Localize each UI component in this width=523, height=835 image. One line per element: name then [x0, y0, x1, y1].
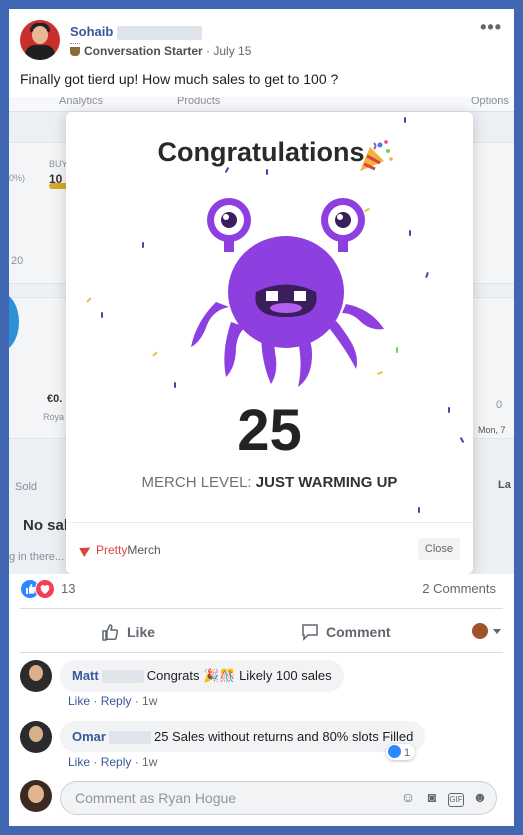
- member-badge[interactable]: Conversation Starter: [84, 44, 203, 58]
- comment-reply-link[interactable]: Reply: [101, 694, 132, 708]
- comment-text-rest: Likely 100 sales: [235, 668, 332, 683]
- bg-text: g in there...: [9, 551, 65, 563]
- monster-illustration: [191, 198, 384, 387]
- bg-text: 20: [11, 255, 24, 267]
- redacted-surname: [108, 731, 151, 745]
- modal-footer: PrettyMerch Close: [66, 522, 473, 574]
- merch-level: MERCH LEVEL: JUST WARMING UP: [66, 474, 473, 491]
- divider: [20, 652, 503, 653]
- like-reaction-icon: [388, 745, 401, 758]
- post-subline: Conversation Starter · July 15: [70, 43, 251, 58]
- emoji-icon[interactable]: ☺: [400, 789, 416, 805]
- comments-count-link[interactable]: 2 Comments: [422, 581, 496, 596]
- bg-text: Mon, 7: [478, 425, 506, 435]
- brand-merch: Merch: [127, 543, 161, 557]
- bg-text: 0%): [9, 173, 26, 183]
- like-button[interactable]: Like: [101, 622, 155, 642]
- comment-like-link[interactable]: Like: [68, 694, 90, 708]
- party-emoji-icon: 🎉🎊: [203, 668, 236, 683]
- congrats-modal: Congratulations 25 MERCH LEVEL: JUST WAR…: [66, 112, 473, 574]
- comment-text: 25 Sales without returns and 80% slots F…: [153, 729, 414, 744]
- commenter-avatar[interactable]: [20, 660, 52, 692]
- author-avatar[interactable]: [20, 20, 60, 60]
- camera-icon[interactable]: ◙: [424, 789, 440, 805]
- love-reaction-icon: [35, 579, 55, 599]
- commenter-name[interactable]: Matt: [72, 668, 99, 683]
- bg-text: €0.: [47, 393, 63, 405]
- comment-age[interactable]: 1w: [142, 694, 157, 708]
- comment-bubble: Matt Congrats 🎉🎊 Likely 100 sales: [60, 660, 344, 692]
- comment-icon: [302, 624, 318, 641]
- comment-meta: Like · Reply · 1w: [68, 694, 158, 708]
- bg-tab: Options: [471, 97, 509, 107]
- post-text: Finally got tierd up! How much sales to …: [20, 71, 339, 87]
- composer-tools: ☺ ◙ GIF ☻: [392, 789, 488, 807]
- comment-reply-link[interactable]: Reply: [101, 755, 132, 769]
- divider: [20, 608, 503, 609]
- more-options-button[interactable]: •••: [480, 17, 502, 38]
- commenter-name[interactable]: Omar: [72, 729, 106, 744]
- bg-text: No sal: [23, 517, 69, 534]
- thumbs-up-icon: [102, 624, 119, 641]
- comment-composer: ☺ ◙ GIF ☻: [60, 781, 497, 815]
- redacted-surname: [117, 25, 203, 40]
- prettymerch-arrow-icon: [79, 543, 93, 557]
- comment-bubble: Omar 25 Sales without returns and 80% slo…: [60, 721, 426, 753]
- redacted-surname: [101, 670, 144, 684]
- like-label: Like: [127, 624, 156, 640]
- comment-meta: Like · Reply · 1w: [68, 755, 158, 769]
- author-line: Sohaib: [70, 24, 203, 40]
- comment-input[interactable]: [73, 789, 367, 807]
- comment-text: Congrats: [146, 668, 204, 683]
- brand-pretty: Pretty: [96, 543, 128, 557]
- bg-text: La: [498, 479, 511, 491]
- sticker-icon[interactable]: ☻: [472, 789, 488, 805]
- coffee-icon: [70, 43, 80, 56]
- comment-like-count: 1: [404, 747, 411, 759]
- bg-text: 0: [496, 399, 503, 411]
- comment-button[interactable]: Comment: [300, 622, 391, 642]
- current-user-avatar[interactable]: [20, 780, 52, 812]
- comment-like-link[interactable]: Like: [68, 755, 90, 769]
- comment-like-badge[interactable]: 1: [386, 744, 416, 760]
- post-card: Sohaib Conversation Starter · July 15 ••…: [9, 9, 514, 826]
- chevron-down-icon[interactable]: [493, 629, 501, 634]
- sales-score: 25: [237, 398, 302, 463]
- modal-close-button[interactable]: Close: [417, 538, 460, 560]
- party-popper-icon: [360, 140, 393, 171]
- merch-level-label: MERCH LEVEL:: [141, 474, 252, 491]
- merch-level-value: JUST WARMING UP: [255, 474, 398, 491]
- bg-text: BUY: [49, 159, 68, 169]
- prettymerch-logo: PrettyMerch: [79, 543, 161, 557]
- gif-icon[interactable]: GIF: [448, 793, 464, 807]
- comment-label: Comment: [326, 624, 391, 640]
- commenter-avatar[interactable]: [20, 721, 52, 753]
- reaction-count: 13: [61, 581, 76, 596]
- author-name[interactable]: Sohaib: [70, 24, 113, 39]
- post-image[interactable]: Analytics Products Options BUY 10 0%) 20…: [9, 97, 514, 574]
- bg-tab: Products: [177, 97, 221, 107]
- post-date[interactable]: July 15: [213, 44, 251, 58]
- bg-text: Roya: [43, 412, 65, 422]
- bg-tab: Analytics: [59, 97, 104, 107]
- bg-text: Sold: [15, 481, 38, 493]
- reaction-as-avatar[interactable]: [472, 623, 488, 639]
- comment-age[interactable]: 1w: [142, 755, 157, 769]
